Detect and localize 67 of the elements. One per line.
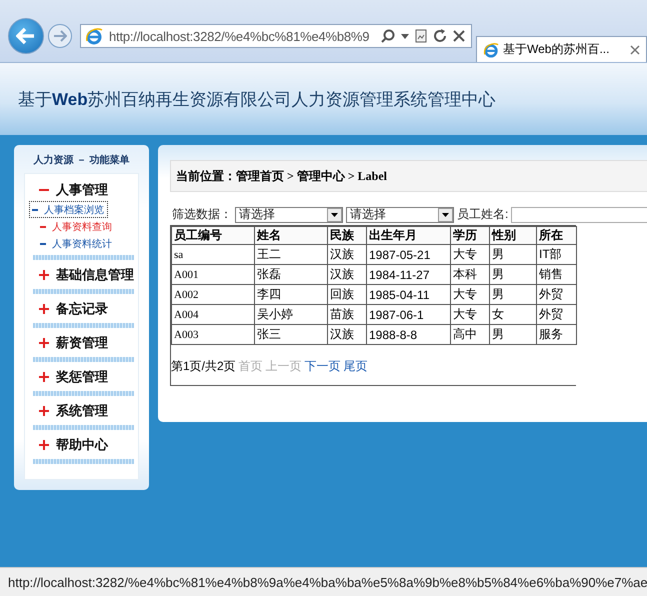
column-header: 姓名 [254,226,328,244]
table-cell: 销售 [536,264,576,284]
table-cell: 高中 [450,324,490,344]
table-cell: 1988-8-8 [366,324,450,344]
column-header: 学历 [450,226,490,244]
page-status: 第1页/共2页 [171,358,236,375]
site-title: 基于Web苏州百纳再生资源有限公司人力资源管理系统管理中心 [18,88,496,110]
table-cell: 男 [490,244,536,264]
table-cell: 本科 [450,264,490,284]
menu-category[interactable]: 基础信息管理 [33,263,134,286]
table-cell: 1987-06-1 [366,304,450,324]
table-cell: 汉族 [328,244,366,264]
table-cell: 李四 [254,284,328,304]
table-cell: 张磊 [254,264,328,284]
address-bar[interactable]: http://localhost:3282/%e4%bc%81%e4%b8%9 [80,24,472,48]
table-cell: 汉族 [328,264,366,284]
column-header: 出生年月 [366,226,450,244]
menu-category[interactable]: 薪资管理 [33,331,134,354]
table-cell: IT部 [536,244,576,264]
table-cell: A004 [172,304,254,324]
column-header: 民族 [328,226,366,244]
column-header: 员工编号 [172,226,254,244]
tab-title: 基于Web的苏州百... [503,41,610,58]
table-cell: 苗族 [328,304,366,324]
column-header: 所在 [536,226,576,244]
menu-category[interactable]: 帮助中心 [33,433,134,456]
menu-category[interactable]: 奖惩管理 [33,365,134,388]
table-cell: 回族 [328,284,366,304]
table-cell: 男 [490,284,536,304]
table-cell: A002 [172,284,254,304]
table-cell: 男 [490,324,536,344]
name-label: 员工姓名: [457,206,508,223]
column-header: 性别 [490,226,536,244]
table-cell: 大专 [450,284,490,304]
menu-item[interactable]: 人事资料统计 [33,235,116,252]
menu-item[interactable]: 人事资料查询 [33,218,116,235]
table-cell: 大专 [450,244,490,264]
table-cell: 汉族 [328,324,366,344]
filter-label: 筛选数据： [172,206,232,223]
table-cell: 1985-04-11 [366,284,450,304]
table-cell: 王二 [254,244,328,264]
pager-link[interactable]: 下一页 [304,358,341,375]
table-cell: 大专 [450,304,490,324]
table-cell: 外贸 [536,304,576,324]
table-cell: A003 [172,324,254,344]
menu-category[interactable]: 人事管理 [33,178,134,201]
browser-tab[interactable]: 基于Web的苏州百... [476,36,647,62]
table-cell: sa [172,244,254,264]
table-cell: 1984-11-27 [366,264,450,284]
url-text: http://localhost:3282/%e4%bc%81%e4%b8%9 [109,28,370,44]
table-cell: 服务 [536,324,576,344]
menu-item[interactable]: 人事档案浏览 [29,201,108,218]
table-cell: 男 [490,264,536,284]
table-cell: 1987-05-21 [366,244,450,264]
table-cell: 外贸 [536,284,576,304]
dropdown[interactable]: 请选择 [235,206,343,222]
dropdown[interactable]: 请选择 [346,206,454,222]
breadcrumb: 当前位置：管理首页 > 管理中心 > Label [176,168,388,184]
menu-category[interactable]: 备忘记录 [33,297,134,320]
sidebar-title: 人力资源 － 功能菜单 [34,154,130,167]
table-cell: 吴小婷 [254,304,328,324]
menu-category[interactable]: 系统管理 [33,399,134,422]
status-url: http://localhost:3282/%e4%bc%81%e4%b8%9a%e4%ba%ba%e5%8a%9b%e8%b5%84%e6%ba%90%e7%ae [8,574,647,590]
table-cell: 女 [490,304,536,324]
table-cell: 张三 [254,324,328,344]
table-cell: A001 [172,264,254,284]
pager-link[interactable]: 尾页 [344,358,368,375]
